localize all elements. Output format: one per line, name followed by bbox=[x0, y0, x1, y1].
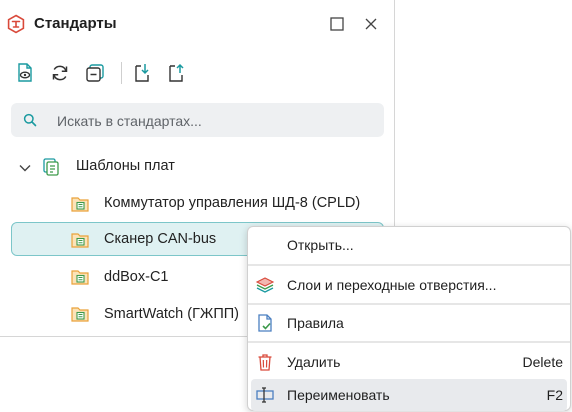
menu-item-label: Переименовать bbox=[287, 387, 390, 403]
refresh-button[interactable] bbox=[48, 61, 72, 85]
refresh-icon bbox=[52, 65, 68, 81]
menu-item-shortcut: F2 bbox=[546, 387, 563, 403]
tree-item-label: Коммутатор управления ШД-8 (CPLD) bbox=[104, 195, 361, 211]
export-button[interactable] bbox=[165, 61, 189, 85]
tree-item-label: Сканер CAN-bus bbox=[104, 231, 217, 247]
tree-root-board-templates[interactable]: Шаблоны плат bbox=[0, 150, 395, 184]
menu-item-label: Слои и переходные отверстия... bbox=[287, 277, 497, 293]
search-icon bbox=[23, 113, 37, 127]
folder-board-icon bbox=[70, 267, 90, 287]
import-button[interactable] bbox=[131, 61, 155, 85]
view-standard-button[interactable] bbox=[13, 61, 37, 85]
menu-separator bbox=[248, 303, 570, 305]
import-icon bbox=[135, 64, 149, 82]
folder-board-icon bbox=[70, 304, 90, 324]
panel-title: Стандарты bbox=[34, 15, 117, 32]
close-icon bbox=[365, 18, 377, 30]
folder-board-icon bbox=[70, 194, 90, 214]
folder-board-icon bbox=[70, 230, 90, 250]
menu-item-delete[interactable]: Удалить Delete bbox=[248, 346, 570, 378]
tree-item[interactable]: Коммутатор управления ШД-8 (CPLD) bbox=[0, 187, 395, 221]
maximize-icon bbox=[330, 17, 344, 31]
menu-item-label: Удалить bbox=[287, 354, 341, 370]
maximize-button[interactable] bbox=[327, 14, 347, 34]
search-input[interactable] bbox=[55, 103, 379, 139]
menu-separator bbox=[248, 341, 570, 343]
document-eye-icon bbox=[18, 63, 32, 82]
menu-item-label: Правила bbox=[287, 315, 344, 331]
chevron-down-icon[interactable] bbox=[18, 161, 32, 175]
board-templates-icon bbox=[41, 157, 61, 177]
panel-titlebar: Стандарты bbox=[0, 0, 395, 48]
menu-item-shortcut: Delete bbox=[522, 354, 563, 370]
export-icon bbox=[169, 63, 184, 82]
search-box bbox=[11, 103, 384, 139]
menu-item-open[interactable]: Открыть... bbox=[248, 229, 570, 261]
toolbar-separator bbox=[121, 62, 122, 84]
trash-icon bbox=[255, 352, 275, 372]
tree-item-label: ddBox-C1 bbox=[104, 269, 169, 285]
collapse-icon bbox=[86, 64, 104, 82]
rules-document-icon bbox=[255, 313, 275, 333]
context-menu: Открыть... Слои и переходные отверстия..… bbox=[247, 226, 571, 411]
menu-separator bbox=[248, 264, 570, 266]
menu-item-rename[interactable]: Переименовать F2 bbox=[251, 379, 567, 411]
tree-root-label: Шаблоны плат bbox=[76, 158, 175, 174]
menu-item-rules[interactable]: Правила bbox=[248, 307, 570, 339]
panel-toolbar bbox=[0, 58, 395, 88]
collapse-all-button[interactable] bbox=[83, 61, 107, 85]
close-panel-button[interactable] bbox=[361, 14, 381, 34]
layers-icon bbox=[255, 275, 275, 295]
rename-icon bbox=[255, 385, 275, 405]
menu-item-layers-and-vias[interactable]: Слои и переходные отверстия... bbox=[248, 269, 570, 301]
tree-item-label: SmartWatch (ГЖПП) bbox=[104, 306, 239, 322]
menu-item-label: Открыть... bbox=[287, 237, 354, 253]
standards-logo-icon bbox=[6, 14, 26, 34]
